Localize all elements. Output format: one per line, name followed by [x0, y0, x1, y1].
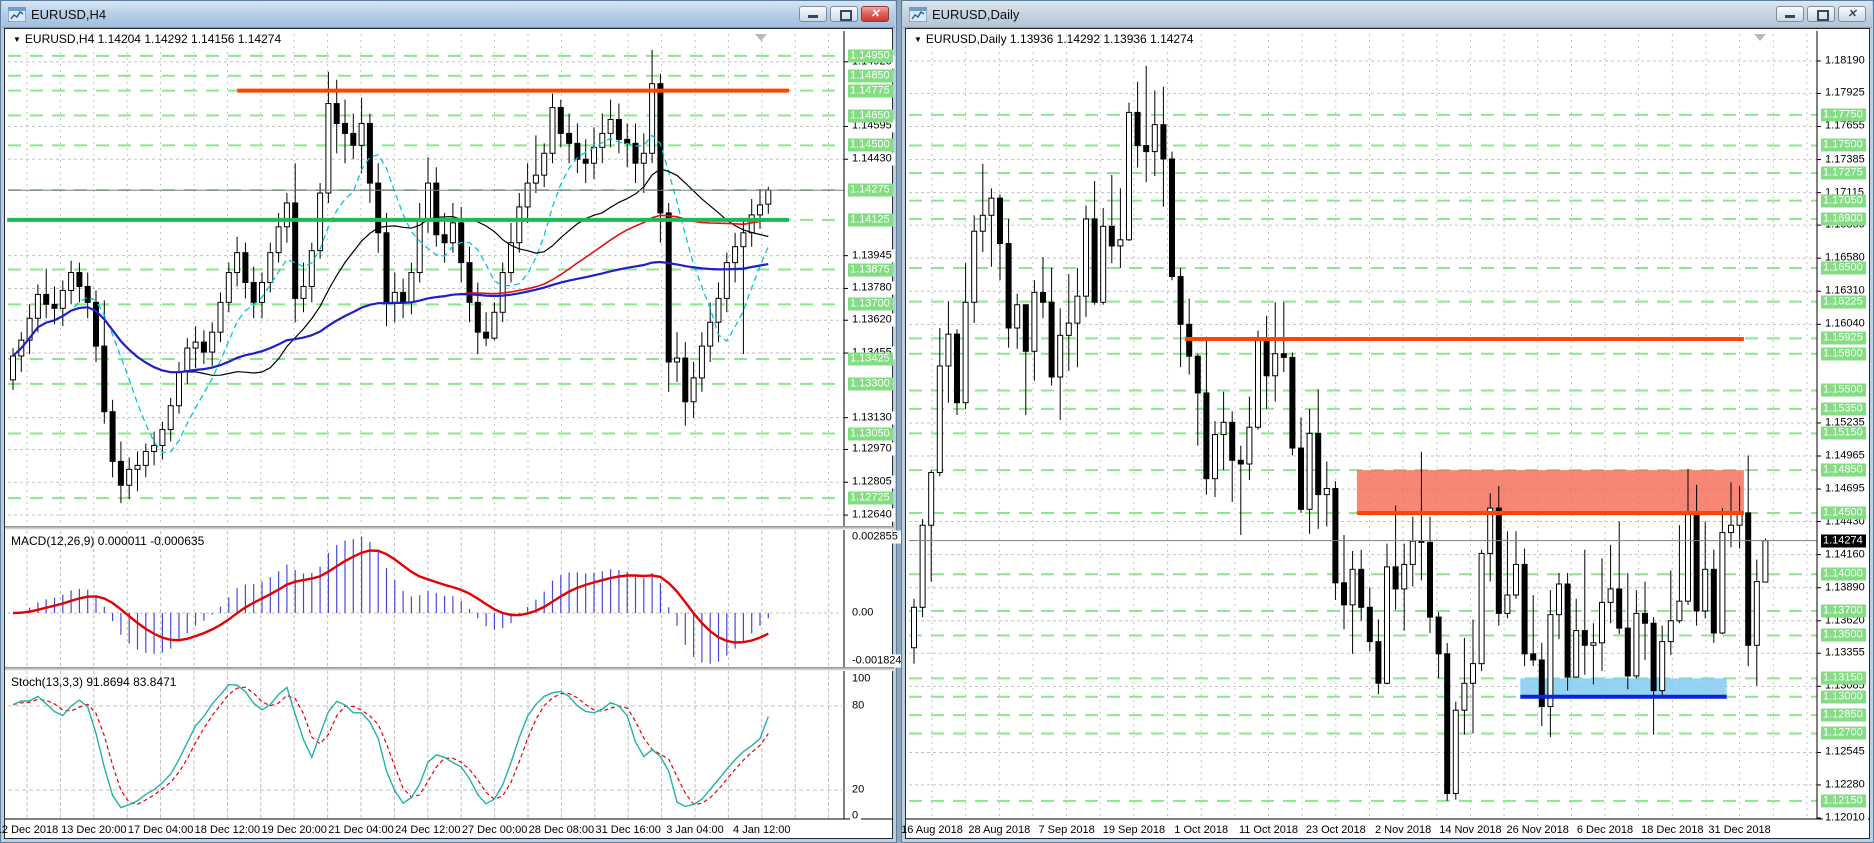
shift-triangle-icon	[1754, 34, 1766, 41]
ma-layer	[12, 134, 769, 454]
ohlc-label: ▼ EURUSD,H4 1.14204 1.14292 1.14156 1.142…	[13, 32, 281, 46]
stoch-label: Stoch(13,3,3) 91.8694 83.8471	[11, 675, 177, 689]
plot-borders	[5, 31, 893, 820]
annotation-lines-layer	[909, 337, 1817, 699]
mdi-workspace: EURUSD,H4 ✕ 1.14920 1.14595 1.14430 1.13945…	[0, 0, 1874, 843]
macd-layer	[8, 526, 893, 818]
ohlc-text: EURUSD,Daily 1.13936 1.14292 1.13936 1.1…	[925, 32, 1194, 46]
chart-canvas-h4[interactable]	[1, 1, 898, 843]
chart-window-daily[interactable]: EURUSD,Daily ✕ 1.18190 1.17925 1.17655 1.17…	[901, 0, 1874, 843]
level-lines-layer	[8, 54, 844, 500]
horizontal-grid-layer	[909, 60, 1817, 786]
plot-borders	[906, 31, 1870, 820]
stoch-layer	[8, 683, 844, 809]
panel-separator[interactable]	[5, 667, 894, 671]
panel-separator[interactable]	[5, 526, 894, 530]
macd-label: MACD(12,26,9) 0.000011 -0.000635	[11, 534, 205, 548]
chart-window-h4[interactable]: EURUSD,H4 ✕ 1.14920 1.14595 1.14430 1.13945…	[0, 0, 905, 843]
candles-layer	[10, 49, 772, 504]
symbol-dropdown-icon: ▼	[13, 35, 21, 44]
ohlc-text: EURUSD,H4 1.14204 1.14292 1.14156 1.1427…	[24, 32, 282, 46]
symbol-dropdown-icon: ▼	[914, 35, 922, 44]
chart-canvas-daily[interactable]	[902, 1, 1874, 843]
shift-triangle-icon	[755, 34, 767, 41]
ohlc-label: ▼ EURUSD,Daily 1.13936 1.14292 1.13936 1.…	[914, 32, 1193, 46]
vertical-grid-layer	[931, 34, 1808, 819]
